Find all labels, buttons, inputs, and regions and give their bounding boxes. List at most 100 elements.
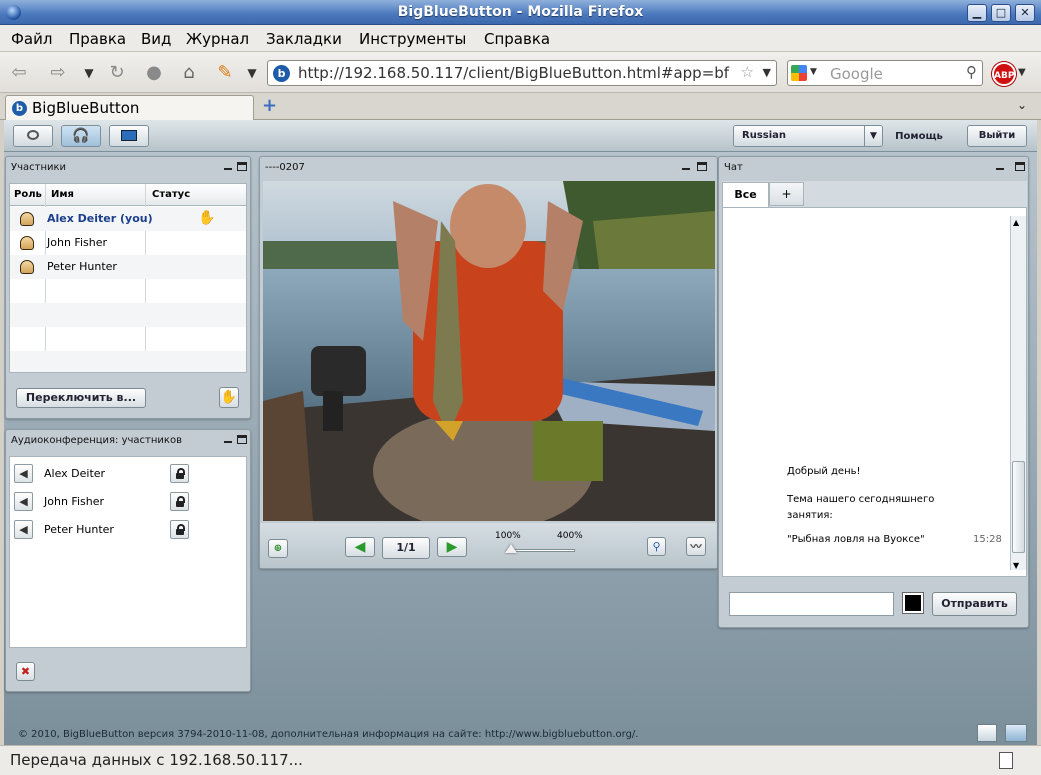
new-tab-icon[interactable]: + <box>262 95 277 116</box>
headset-button[interactable]: 🎧 <box>61 125 101 147</box>
minimize-icon[interactable] <box>682 162 690 170</box>
chat-message: "Рыбная ловля на Вуоксе" <box>787 534 925 545</box>
close-button[interactable]: ✕ <box>1015 4 1035 22</box>
status-text: Передача данных с 192.168.50.117... <box>10 751 303 769</box>
menu-help[interactable]: Справка <box>484 30 550 48</box>
maximize-button[interactable]: □ <box>991 4 1011 22</box>
maximize-icon[interactable] <box>237 162 247 171</box>
speaker-icon[interactable]: ◀ <box>14 464 33 483</box>
speaker-icon[interactable]: ◀ <box>14 520 33 539</box>
reload-icon[interactable]: ↻ <box>106 62 128 84</box>
table-row[interactable]: Peter Hunter <box>10 255 246 279</box>
window-title-bar: BigBlueButton - Mozilla Firefox ▁ □ ✕ <box>0 0 1041 25</box>
pencil-icon[interactable]: ✎ <box>214 62 236 84</box>
forward-icon[interactable]: ⇨ <box>47 62 69 84</box>
menu-edit[interactable]: Правка <box>69 30 126 48</box>
layout-icon[interactable] <box>977 724 997 742</box>
minimize-icon[interactable] <box>224 435 232 443</box>
stop-icon[interactable]: ● <box>143 62 165 84</box>
column-name[interactable]: Имя <box>51 189 74 200</box>
table-row[interactable]: John Fisher <box>10 231 246 255</box>
addon-dropdown-icon[interactable]: ▼ <box>241 62 263 84</box>
list-item[interactable]: ◀ Alex Deiter <box>10 460 246 488</box>
mute-all-button[interactable]: ✖ <box>16 662 35 681</box>
whiteboard-button[interactable]: 〰 <box>686 537 706 556</box>
tab-bigbluebutton[interactable]: b BigBlueButton <box>5 95 254 120</box>
maximize-icon[interactable] <box>697 162 707 171</box>
table-row[interactable]: Alex Deiter (you) ✋ <box>10 207 246 231</box>
send-button[interactable]: Отправить <box>932 592 1017 616</box>
fit-to-page-button[interactable]: ⚲ <box>647 537 666 556</box>
column-role[interactable]: Роль <box>14 189 42 200</box>
list-item[interactable]: ◀ Peter Hunter <box>10 516 246 544</box>
chevron-down-icon: ▼ <box>864 126 882 146</box>
participant-name: John Fisher <box>47 236 107 249</box>
zoom-min-label: 100% <box>495 531 521 541</box>
search-box[interactable]: ▼ Google ⚲ <box>787 60 983 86</box>
search-engine-dropdown-icon[interactable]: ▼ <box>810 67 817 77</box>
minimize-icon[interactable] <box>224 162 232 170</box>
page-indicator[interactable]: 1/1 <box>382 537 430 559</box>
maximize-icon[interactable] <box>237 435 247 444</box>
zoom-slider[interactable] <box>505 544 575 553</box>
raise-hand-button[interactable]: ✋ <box>219 387 239 408</box>
speaker-icon[interactable]: ◀ <box>14 492 33 511</box>
chat-message: Тема нашего сегодняшнего <box>787 494 935 505</box>
logout-button[interactable]: Выйти <box>967 125 1027 147</box>
lock-icon[interactable] <box>170 520 189 539</box>
language-select[interactable]: Russian ▼ <box>733 125 883 147</box>
tab-list-icon[interactable]: ⌄ <box>1017 98 1027 112</box>
next-slide-button[interactable]: ▶ <box>437 537 467 557</box>
presentation-panel: ----0207 ⊕ ◀ 1/1 ▶ 100% 400% ⚲ 〰 <box>259 156 718 569</box>
scrollbar-thumb[interactable] <box>1012 461 1025 553</box>
upload-button[interactable]: ⊕ <box>268 539 288 558</box>
previous-slide-button[interactable]: ◀ <box>345 537 375 557</box>
lock-icon[interactable] <box>170 492 189 511</box>
window-layout-icon[interactable] <box>1005 724 1027 742</box>
menu-bookmarks[interactable]: Закладки <box>266 30 342 48</box>
arrow-left-icon: ◀ <box>354 539 366 555</box>
switch-presenter-button[interactable]: Переключить в... <box>16 388 146 408</box>
history-dropdown-icon[interactable]: ▼ <box>78 62 100 84</box>
chat-timestamp: 15:28 <box>973 534 1002 545</box>
zoom-slider-thumb[interactable] <box>505 544 517 553</box>
webcam-button[interactable] <box>13 125 53 147</box>
chat-input[interactable] <box>729 592 894 616</box>
menu-file[interactable]: Файл <box>11 30 52 48</box>
minimize-button[interactable]: ▁ <box>967 4 987 22</box>
audio-conference-panel: Аудиоконференция: участников ◀ Alex Deit… <box>5 429 251 692</box>
chat-tab-all[interactable]: Все <box>722 182 769 207</box>
url-dropdown-icon[interactable]: ▼ <box>763 66 771 79</box>
address-bar[interactable]: b http://192.168.50.117/client/BigBlueBu… <box>267 60 777 86</box>
home-icon[interactable]: ⌂ <box>178 62 200 84</box>
adblock-icon[interactable]: ABP <box>992 62 1016 86</box>
search-placeholder: Google <box>830 65 883 83</box>
menu-history[interactable]: Журнал <box>186 30 249 48</box>
presentation-title: ----0207 <box>265 162 305 173</box>
participants-panel: Участники Роль Имя Статус Alex Deiter (y… <box>5 156 251 419</box>
help-link[interactable]: Помощь <box>889 131 949 142</box>
bigbluebutton-app: 🎧 Russian ▼ Помощь Выйти Участники Роль … <box>4 120 1037 745</box>
minimize-icon[interactable] <box>996 162 1004 170</box>
maximize-icon[interactable] <box>1015 162 1025 171</box>
scroll-up-icon[interactable]: ▲ <box>1013 218 1019 227</box>
lock-icon[interactable] <box>170 464 189 483</box>
scroll-down-icon[interactable]: ▼ <box>1013 561 1019 570</box>
bookmark-star-icon[interactable]: ☆ <box>741 63 754 81</box>
chat-title: Чат <box>724 162 743 173</box>
back-icon[interactable]: ⇦ <box>8 62 30 84</box>
search-icon[interactable]: ⚲ <box>966 63 977 81</box>
abp-dropdown-icon[interactable]: ▼ <box>1018 67 1026 78</box>
chat-scrollbar[interactable]: ▲ ▼ <box>1010 216 1026 570</box>
chat-tab-add[interactable]: + <box>769 182 804 206</box>
desktop-share-button[interactable] <box>109 125 149 147</box>
presentation-slide-image <box>263 181 715 521</box>
column-status[interactable]: Статус <box>152 189 190 200</box>
menu-view[interactable]: Вид <box>141 30 171 48</box>
list-item[interactable]: ◀ John Fisher <box>10 488 246 516</box>
app-toolbar: 🎧 Russian ▼ Помощь Выйти <box>4 120 1037 152</box>
tab-label: BigBlueButton <box>32 99 140 117</box>
color-picker[interactable] <box>902 592 924 614</box>
menu-tools[interactable]: Инструменты <box>359 30 466 48</box>
page-icon[interactable] <box>999 752 1013 769</box>
